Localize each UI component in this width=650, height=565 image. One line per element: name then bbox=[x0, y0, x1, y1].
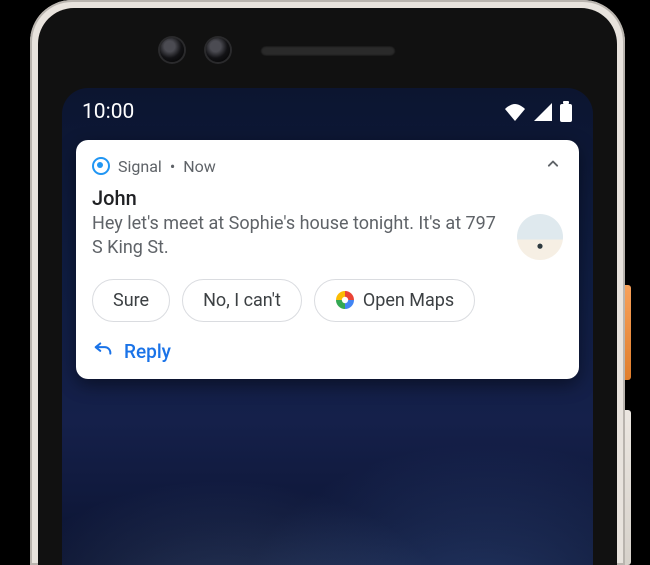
status-time: 10:00 bbox=[82, 100, 134, 124]
separator: • bbox=[170, 157, 175, 176]
notification-sender: John bbox=[92, 186, 563, 210]
smart-reply-row: Sure No, I can't bbox=[92, 279, 563, 322]
phone-frame: 10:00 Signal • bbox=[30, 0, 625, 565]
notification-timestamp: Now bbox=[183, 157, 216, 176]
cellular-icon bbox=[533, 102, 553, 122]
phone-bezel: 10:00 Signal • bbox=[38, 8, 617, 565]
chip-label: No, I can't bbox=[203, 290, 281, 311]
google-maps-icon bbox=[335, 290, 355, 310]
power-button[interactable] bbox=[625, 285, 631, 380]
status-bar: 10:00 bbox=[62, 88, 593, 136]
wifi-icon bbox=[503, 102, 527, 122]
reply-arrow-icon bbox=[92, 338, 114, 365]
reply-label: Reply bbox=[124, 340, 171, 363]
notification-header: Signal • Now bbox=[92, 154, 563, 178]
notification-card[interactable]: Signal • Now John Hey let's meet at Soph… bbox=[76, 140, 579, 379]
sender-avatar bbox=[517, 214, 563, 260]
battery-icon bbox=[559, 101, 573, 123]
smart-action-chip-maps[interactable]: Open Maps bbox=[314, 279, 475, 322]
screen: 10:00 Signal • bbox=[62, 88, 593, 565]
chip-label: Sure bbox=[113, 290, 149, 311]
smart-reply-chip-no[interactable]: No, I can't bbox=[182, 279, 302, 322]
reply-button[interactable]: Reply bbox=[92, 338, 563, 365]
smart-reply-chip-sure[interactable]: Sure bbox=[92, 279, 170, 322]
front-camera-icon bbox=[206, 38, 230, 62]
chip-label: Open Maps bbox=[363, 290, 454, 311]
notification-message: Hey let's meet at Sophie's house tonight… bbox=[92, 212, 503, 261]
speaker-grille bbox=[260, 46, 395, 56]
volume-button[interactable] bbox=[625, 410, 631, 565]
collapse-icon[interactable] bbox=[543, 154, 563, 178]
front-camera-icon bbox=[160, 38, 184, 62]
signal-app-icon bbox=[92, 157, 110, 175]
status-icons bbox=[503, 101, 573, 123]
notification-app-name: Signal bbox=[118, 157, 162, 176]
